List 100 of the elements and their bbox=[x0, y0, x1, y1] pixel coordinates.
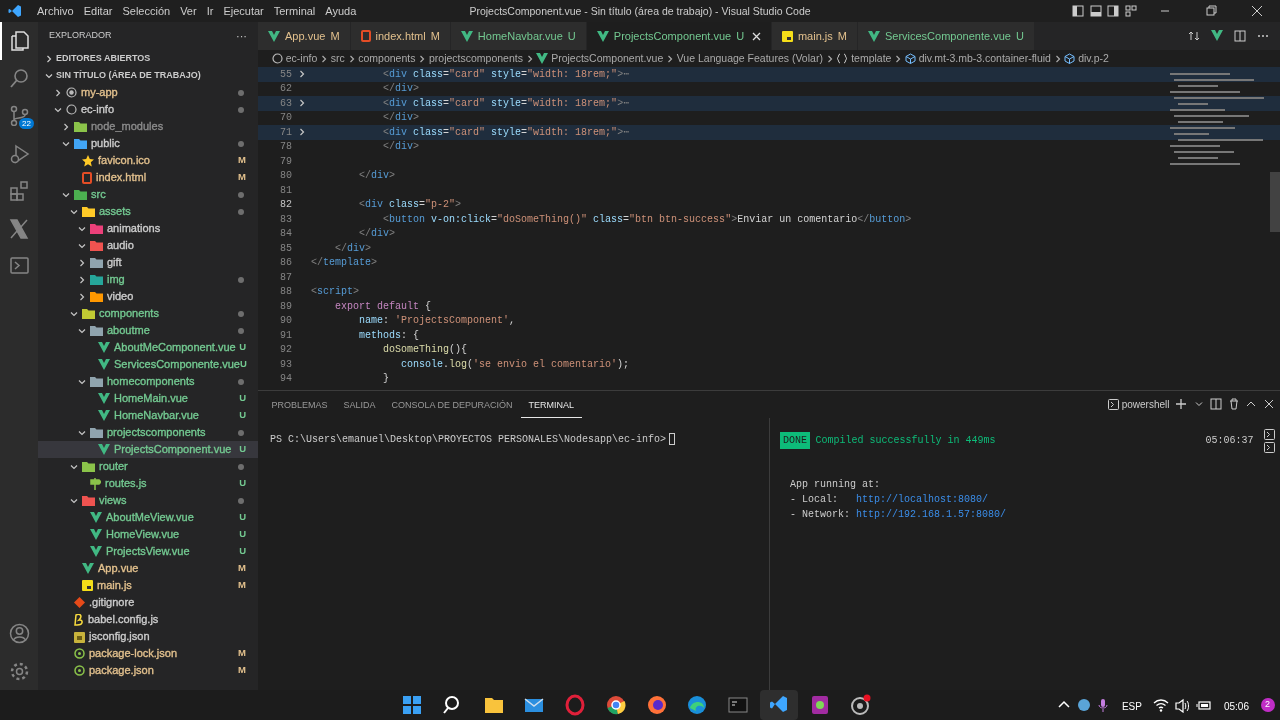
menu-item[interactable]: Selección bbox=[117, 0, 176, 22]
breadcrumb-item[interactable]: components bbox=[358, 50, 416, 67]
tree-item[interactable]: ec-info bbox=[38, 101, 258, 118]
tree-item[interactable]: views bbox=[38, 492, 258, 509]
tree-item[interactable]: HomeMain.vue U bbox=[38, 390, 258, 407]
editor-tab[interactable]: ServicesComponente.vue U bbox=[857, 22, 1035, 50]
folder-icon bbox=[90, 291, 103, 302]
split-button[interactable] bbox=[1210, 398, 1222, 411]
vue-icon bbox=[90, 546, 102, 557]
url-link[interactable]: http://localhost:8080/ bbox=[856, 491, 989, 507]
line-number: 70 bbox=[279, 111, 292, 126]
language-indicator[interactable]: ESP bbox=[1115, 698, 1148, 714]
workspace-header[interactable]: SIN TÍTULO (ÁREA DE TRABAJO) bbox=[38, 67, 258, 84]
fox-globe-icon bbox=[645, 694, 668, 716]
breadcrumb-item[interactable]: src bbox=[330, 50, 345, 67]
more-actions-button[interactable]: ··· bbox=[236, 27, 247, 45]
menu-item[interactable]: Terminal bbox=[268, 0, 321, 22]
menu-item[interactable]: Ir bbox=[201, 0, 219, 22]
tree-item[interactable]: AboutMeView.vue U bbox=[38, 509, 258, 526]
code-line: name: 'ProjectsComponent', bbox=[358, 314, 516, 329]
tree-item[interactable]: App.vue M bbox=[38, 560, 258, 577]
breadcrumb-item[interactable]: projectscomponents bbox=[428, 50, 523, 67]
activity-bar-button[interactable]: 22 bbox=[0, 97, 38, 135]
tree-item[interactable]: public bbox=[38, 135, 258, 152]
sidebar-title: EXPLORADOR bbox=[49, 29, 112, 43]
folder-icon bbox=[82, 495, 95, 506]
url-link[interactable]: http://192.168.1.57:8080/ bbox=[856, 506, 1007, 522]
console-icon bbox=[727, 694, 749, 716]
shell-selector[interactable]: powershell bbox=[1107, 396, 1170, 412]
editor-tab[interactable]: App.vue M bbox=[258, 22, 351, 50]
breadcrumb-item[interactable]: div.mt-3.mb-3.container-fluid bbox=[918, 50, 1051, 67]
tree-item[interactable]: gift bbox=[38, 254, 258, 271]
tree-item[interactable]: my-app bbox=[38, 84, 258, 101]
panel-tab[interactable]: PROBLEMAS bbox=[263, 391, 336, 418]
breadcrumb-item[interactable]: Vue Language Features (Volar) bbox=[676, 50, 823, 67]
tree-item[interactable]: HomeView.vue U bbox=[38, 526, 258, 543]
tree-item[interactable]: babel.config.js bbox=[38, 611, 258, 628]
git-status-letter: M bbox=[238, 561, 246, 576]
editor-tab[interactable]: ProjectsComponent.vue U bbox=[586, 22, 772, 50]
tree-item[interactable]: img bbox=[38, 271, 258, 288]
menu-item[interactable]: Ayuda bbox=[320, 0, 362, 22]
tree-item[interactable]: ProjectsView.vue U bbox=[38, 543, 258, 560]
tree-item[interactable]: src bbox=[38, 186, 258, 203]
line-number: 80 bbox=[279, 169, 292, 184]
line-number: 88 bbox=[279, 285, 292, 300]
terminal-instance-button[interactable] bbox=[1263, 442, 1275, 454]
trash-button[interactable] bbox=[1227, 398, 1240, 411]
notification-badge[interactable]: 2 bbox=[1260, 698, 1275, 712]
wave-globe-icon bbox=[686, 694, 709, 716]
line-number: 62 bbox=[279, 82, 292, 97]
breadcrumb-item[interactable]: ec-info bbox=[285, 50, 318, 67]
tree-item[interactable]: projectscomponents bbox=[38, 424, 258, 441]
tree-item[interactable]: components bbox=[38, 305, 258, 322]
tree-item[interactable]: router bbox=[38, 458, 258, 475]
tree-item[interactable]: HomeNavbar.vue U bbox=[38, 407, 258, 424]
tree-item[interactable]: package-lock.json M bbox=[38, 645, 258, 662]
panel-tab[interactable]: CONSOLA DE DEPURACIÓN bbox=[383, 391, 521, 418]
breadcrumb-item[interactable]: div.p-2 bbox=[1078, 50, 1109, 67]
plus-button[interactable] bbox=[1175, 398, 1187, 411]
breadcrumb-item[interactable]: ProjectsComponent.vue bbox=[551, 50, 664, 67]
panel-tab[interactable]: TERMINAL bbox=[520, 391, 583, 418]
tree-item[interactable]: favicon.ico M bbox=[38, 152, 258, 169]
code-line: </div> bbox=[358, 169, 396, 184]
html-file-icon bbox=[360, 30, 371, 42]
breadcrumb-item[interactable]: template bbox=[851, 50, 892, 67]
close-button[interactable] bbox=[1262, 398, 1275, 411]
tree-item[interactable]: package.json M bbox=[38, 662, 258, 679]
tree-item[interactable]: ProjectsComponent.vue U bbox=[38, 441, 258, 458]
code-line: methods: { bbox=[358, 328, 420, 343]
editor-tab[interactable]: index.html M bbox=[350, 22, 451, 50]
menu-item[interactable]: Ejecutar bbox=[218, 0, 269, 22]
tree-item[interactable]: animations bbox=[38, 220, 258, 237]
panel-tab[interactable]: SALIDA bbox=[335, 391, 384, 418]
line-number: 79 bbox=[279, 154, 292, 169]
tree-item[interactable]: homecomponents bbox=[38, 373, 258, 390]
tree-item[interactable]: ServicesComponente.vueU bbox=[38, 356, 258, 373]
tree-item[interactable]: main.js M bbox=[38, 577, 258, 594]
tree-item[interactable]: routes.js U bbox=[38, 475, 258, 492]
line-number: 71 bbox=[279, 125, 292, 140]
tree-item[interactable]: audio bbox=[38, 237, 258, 254]
tree-item[interactable]: .gitignore bbox=[38, 594, 258, 611]
menu-item[interactable]: Ver bbox=[175, 0, 202, 22]
tree-item[interactable]: AboutMeComponent.vue U bbox=[38, 339, 258, 356]
taskbar-app[interactable] bbox=[759, 690, 798, 720]
scrollbar[interactable] bbox=[1270, 172, 1280, 232]
menu-item[interactable]: Editar bbox=[78, 0, 118, 22]
tree-item[interactable]: assets bbox=[38, 203, 258, 220]
braces-icon bbox=[836, 53, 849, 64]
tree-item[interactable]: index.html M bbox=[38, 169, 258, 186]
menu-item[interactable]: Archivo bbox=[32, 0, 79, 22]
tree-item[interactable]: jsconfig.json bbox=[38, 628, 258, 645]
tree-item[interactable]: node_modules bbox=[38, 118, 258, 135]
open-editors-header[interactable]: EDITORES ABIERTOS bbox=[38, 50, 258, 67]
terminal-instance-button[interactable] bbox=[1263, 428, 1275, 440]
tree-item[interactable]: aboutme bbox=[38, 322, 258, 339]
close-tab-button[interactable] bbox=[751, 31, 761, 41]
tree-item[interactable]: video bbox=[38, 288, 258, 305]
clock[interactable]: 05:06 bbox=[1217, 698, 1255, 714]
editor-tab[interactable]: HomeNavbar.vue U bbox=[450, 22, 587, 50]
editor-tab[interactable]: main.js M bbox=[771, 22, 858, 50]
